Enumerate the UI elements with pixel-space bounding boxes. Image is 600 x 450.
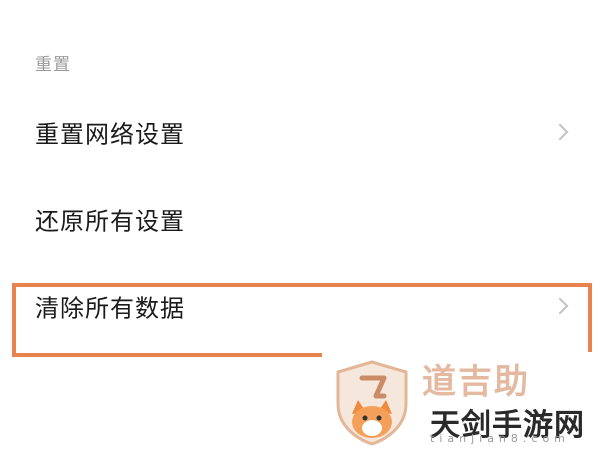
watermark-url: tianjian8.com [430, 432, 570, 445]
restore-all-settings-item[interactable]: 还原所有设置 [0, 184, 600, 254]
reset-network-settings-label: 重置网络设置 [35, 120, 185, 149]
chevron-right-icon [551, 123, 569, 141]
section-header-reset: 重置 [35, 55, 71, 75]
shield-fox-logo-icon [336, 360, 408, 446]
settings-screen: 重置 重置网络设置 还原所有设置 清除所有数据 道吉助 天剑手游网 tianji… [0, 0, 600, 450]
highlight-box [12, 283, 592, 357]
watermark: 道吉助 天剑手游网 tianjian8.com [322, 352, 600, 450]
watermark-top-text: 道吉助 [422, 362, 530, 402]
restore-all-settings-label: 还原所有设置 [35, 207, 185, 236]
reset-network-settings-item[interactable]: 重置网络设置 [0, 97, 600, 167]
